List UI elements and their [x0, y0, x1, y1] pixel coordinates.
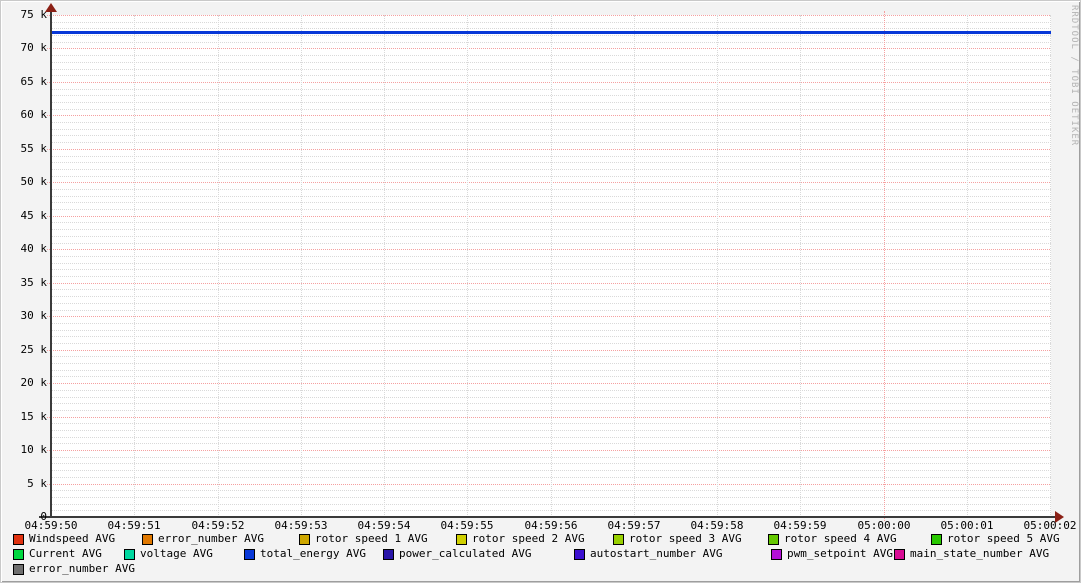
legend-label: rotor speed 2 AVG [472, 532, 585, 545]
legend-swatch [299, 533, 310, 545]
legend-item: rotor speed 1 AVG [299, 533, 428, 545]
legend-item: rotor speed 4 AVG [768, 533, 897, 545]
legend-label: autostart_number AVG [590, 547, 723, 560]
legend-swatch [771, 548, 782, 560]
legend-label: rotor speed 3 AVG [629, 532, 742, 545]
legend-swatch [574, 548, 585, 560]
legend-item: rotor speed 5 AVG [931, 533, 1060, 545]
legend-item: error_number AVG [13, 563, 135, 575]
legend-item: main_state_number AVG [894, 548, 1049, 560]
legend-swatch [244, 548, 255, 560]
legend-swatch [124, 548, 135, 560]
legend-swatch [13, 563, 24, 575]
legend-item: Current AVG [13, 548, 102, 560]
legend-swatch [894, 548, 905, 560]
legend-label: rotor speed 5 AVG [947, 532, 1060, 545]
watermark: RRDTOOL / TOBI OETIKER [1069, 5, 1079, 147]
legend-swatch [13, 548, 24, 560]
rrdtool-graph: 05 k 10 k 15 k 20 k 25 k 30 k 35 k 40 k 45 k 50 k… [0, 0, 1081, 583]
legend-label: rotor speed 1 AVG [315, 532, 428, 545]
legend-swatch [768, 533, 779, 545]
legend-swatch [383, 548, 394, 560]
legend-label: error_number AVG [29, 562, 135, 575]
legend-label: Current AVG [29, 547, 102, 560]
legend-label: total_energy AVG [260, 547, 366, 560]
legend-item: total_energy AVG [244, 548, 366, 560]
legend-item: power_calculated AVG [383, 548, 531, 560]
legend-label: error_number AVG [158, 532, 264, 545]
legend-swatch [613, 533, 624, 545]
legend-item: Windspeed AVG [13, 533, 115, 545]
legend-label: power_calculated AVG [399, 547, 532, 560]
legend-label: rotor speed 4 AVG [784, 532, 897, 545]
legend-swatch [456, 533, 467, 545]
legend-swatch [931, 533, 942, 545]
legend-label: main_state_number AVG [910, 547, 1050, 560]
graph-stage: 05 k 10 k 15 k 20 k 25 k 30 k 35 k 40 k 45 k 50 k… [1, 1, 1080, 582]
legend-item: rotor speed 3 AVG [613, 533, 742, 545]
legend-item: voltage AVG [124, 548, 213, 560]
legend-item: pwm_setpoint AVG [771, 548, 893, 560]
legend-label: voltage AVG [140, 547, 213, 560]
legend-item: rotor speed 2 AVG [456, 533, 585, 545]
legend-swatch [13, 533, 24, 545]
legend-item: autostart_number AVG [574, 548, 722, 560]
legend-item: error_number AVG [142, 533, 264, 545]
legend-label: Windspeed AVG [29, 532, 116, 545]
legend-swatch [142, 533, 153, 545]
legend-label: pwm_setpoint AVG [787, 547, 893, 560]
legend: Windspeed AVG error_number AVG rotor speed… [1, 1, 1080, 582]
